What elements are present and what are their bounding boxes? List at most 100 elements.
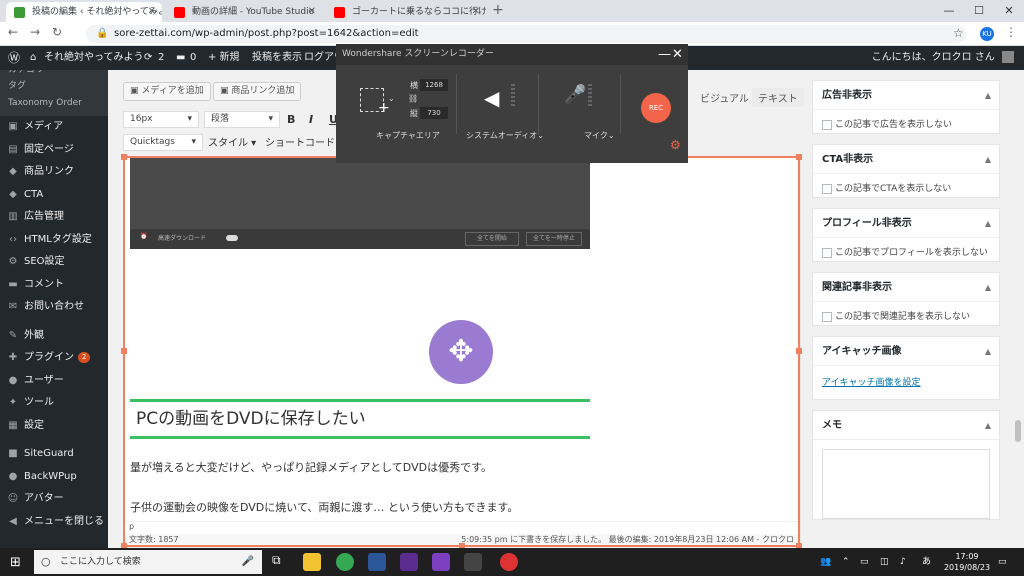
metabox-header[interactable]: 関連記事非表示 ▲ xyxy=(813,273,999,302)
metabox-option[interactable]: この記事でCTAを表示しない xyxy=(813,174,999,201)
font-size-select[interactable]: 16px ▾ xyxy=(123,111,199,128)
style-menu[interactable]: スタイル ▾ xyxy=(208,134,256,149)
record-button[interactable]: REC xyxy=(641,93,671,123)
link-chain-icon[interactable]: ⛓ xyxy=(408,94,418,103)
bold-button[interactable]: B xyxy=(287,113,295,126)
move-handle[interactable]: ✥ xyxy=(429,320,493,384)
new-content-link[interactable]: + 新規 xyxy=(208,46,240,70)
sidebar-item-avatar[interactable]: ☺ アバター xyxy=(0,488,108,511)
battery-icon[interactable]: ▭ xyxy=(860,548,869,576)
sidebar-item-appearance[interactable]: ✎ 外観 xyxy=(0,325,108,348)
tab-youtube-studio[interactable]: 動画の詳細 - YouTube Studio ✕ xyxy=(166,2,322,22)
system-audio-dropdown[interactable]: システムオーディオ⌄ xyxy=(466,130,544,141)
site-name-link[interactable]: それ絶対やってみよう xyxy=(44,46,144,70)
mic-muted-icon[interactable]: 🎤 xyxy=(564,84,586,105)
recorder-settings-gear-icon[interactable]: ⚙ xyxy=(670,138,681,152)
chrome-menu-icon[interactable]: ⋮ xyxy=(1005,25,1017,39)
scrollbar-thumb[interactable] xyxy=(1015,420,1021,442)
collapse-arrow-icon[interactable]: ▲ xyxy=(985,273,991,302)
memo-textarea[interactable] xyxy=(822,449,990,519)
window-maximize-button[interactable]: ☐ xyxy=(964,0,994,22)
view-post-link[interactable]: 投稿を表示 xyxy=(252,46,302,70)
sidebar-item-contact[interactable]: ✉ お問い合わせ xyxy=(0,296,108,319)
tab-close-icon[interactable]: ✕ xyxy=(148,2,156,22)
checkbox[interactable] xyxy=(822,183,832,194)
speaker-icon[interactable]: ◀ xyxy=(484,86,499,110)
microphone-icon[interactable]: 🎤 xyxy=(242,550,254,574)
recorder-close-button[interactable]: ✕ xyxy=(672,44,683,65)
metabox-option[interactable]: この記事で関連記事を表示しない xyxy=(813,302,999,329)
video-app-icon[interactable] xyxy=(432,553,450,571)
sidebar-collapse-menu[interactable]: ◀ メニューを閉じる xyxy=(0,511,108,534)
tray-arrow-icon[interactable]: ⌃ xyxy=(842,548,850,576)
volume-icon[interactable]: ♪ xyxy=(900,548,906,576)
checkbox[interactable] xyxy=(822,119,832,130)
page-scrollbar[interactable] xyxy=(1012,70,1024,548)
checkbox[interactable] xyxy=(822,311,832,322)
greeting-link[interactable]: こんにちは、クロクロ さん xyxy=(872,46,1014,70)
screen-recorder-app-icon[interactable] xyxy=(500,553,518,571)
sidebar-item-users[interactable]: ● ユーザー xyxy=(0,370,108,393)
checkbox[interactable] xyxy=(822,247,832,258)
back-arrow-icon[interactable]: ← xyxy=(8,25,18,39)
chevron-down-icon[interactable]: ⌄ xyxy=(388,94,395,103)
tab-visual[interactable]: ビジュアル xyxy=(700,90,749,105)
format-select[interactable]: 段落 ▾ xyxy=(204,111,280,128)
collapse-arrow-icon[interactable]: ▲ xyxy=(985,209,991,238)
file-explorer-icon[interactable] xyxy=(303,553,321,571)
metabox-header[interactable]: 広告非表示 ▲ xyxy=(813,81,999,110)
recorder-minimize-button[interactable]: — xyxy=(658,44,671,65)
sidebar-item-media[interactable]: ▣ メディア xyxy=(0,116,108,139)
capture-area-label[interactable]: キャプチャエリア xyxy=(376,130,440,141)
sidebar-item-product-links[interactable]: ◆ 商品リンク xyxy=(0,161,108,184)
sidebar-sub-tags[interactable]: タグ xyxy=(0,78,108,95)
network-icon[interactable]: ◫ xyxy=(880,548,889,576)
task-view-icon[interactable]: ⧉ xyxy=(272,553,290,571)
updates-icon[interactable]: ⟳ xyxy=(144,46,152,70)
ime-indicator[interactable]: あ xyxy=(922,548,931,576)
bookmark-star-icon[interactable]: ☆ xyxy=(953,26,964,40)
forward-arrow-icon[interactable]: → xyxy=(30,25,40,39)
sidebar-item-siteguard[interactable]: ■ SiteGuard xyxy=(0,443,108,466)
sidebar-item-backwpup[interactable]: ● BackWPup xyxy=(0,466,108,489)
reload-icon[interactable]: ↻ xyxy=(52,25,62,39)
app-icon[interactable] xyxy=(400,553,418,571)
metabox-header[interactable]: プロフィール非表示 ▲ xyxy=(813,209,999,238)
sidebar-sub-taxonomy-order[interactable]: Taxonomy Order xyxy=(0,95,108,116)
tab-close-icon[interactable]: ✕ xyxy=(472,2,480,22)
collapse-arrow-icon[interactable]: ▲ xyxy=(985,411,991,440)
notification-icon[interactable]: ▭ xyxy=(998,548,1007,576)
taskbar-clock[interactable]: 17:09 2019/08/23 xyxy=(942,551,992,573)
height-input[interactable]: 730 xyxy=(420,107,448,119)
italic-button[interactable]: I xyxy=(309,113,313,126)
window-close-button[interactable]: ✕ xyxy=(994,0,1024,22)
sidebar-item-settings[interactable]: ▦ 設定 xyxy=(0,415,108,438)
tab-close-icon[interactable]: ✕ xyxy=(308,2,316,22)
shortcode-menu[interactable]: ショートコード xyxy=(265,134,335,149)
add-media-button[interactable]: ▣ メディアを追加 xyxy=(123,82,211,101)
comments-icon[interactable]: ▬ xyxy=(176,46,185,70)
sidebar-item-cta[interactable]: ◆ CTA xyxy=(0,184,108,207)
tab-text[interactable]: テキスト xyxy=(752,88,804,107)
metabox-header[interactable]: CTA非表示 ▲ xyxy=(813,145,999,174)
sidebar-item-plugins[interactable]: ✚ プラグイン 2 xyxy=(0,347,108,370)
sidebar-item-tools[interactable]: ✦ ツール xyxy=(0,392,108,415)
set-featured-image-link[interactable]: アイキャッチ画像を設定 xyxy=(822,378,921,388)
tab-gokart[interactable]: ゴーカートに乗るならココに行け！ワン… ✕ xyxy=(326,2,486,22)
content-editor[interactable]: ⏰ 高速ダウンロード 全てを開始 全てを一時停止 ✥ PCの動画をDVDに保存し… xyxy=(123,156,801,546)
app-icon[interactable] xyxy=(368,553,386,571)
quicktags-select[interactable]: Quicktags ▾ xyxy=(123,134,203,151)
metabox-option[interactable]: この記事でプロフィールを表示しない xyxy=(813,238,999,265)
metabox-header[interactable]: メモ ▲ xyxy=(813,411,999,440)
add-product-link-button[interactable]: ▣ 商品リンク追加 xyxy=(213,82,302,101)
collapse-arrow-icon[interactable]: ▲ xyxy=(985,81,991,110)
metabox-header[interactable]: アイキャッチ画像 ▲ xyxy=(813,337,999,366)
collapse-arrow-icon[interactable]: ▲ xyxy=(985,145,991,174)
collapse-arrow-icon[interactable]: ▲ xyxy=(985,337,991,366)
updates-count[interactable]: 2 xyxy=(158,46,164,70)
site-home-icon[interactable]: ⌂ xyxy=(30,46,36,70)
sidebar-item-html-tags[interactable]: ‹› HTMLタグ設定 xyxy=(0,229,108,252)
new-tab-button[interactable]: + xyxy=(492,2,504,18)
wordpress-logo-icon[interactable]: Ⓦ xyxy=(8,46,20,70)
window-minimize-button[interactable]: — xyxy=(934,0,964,22)
